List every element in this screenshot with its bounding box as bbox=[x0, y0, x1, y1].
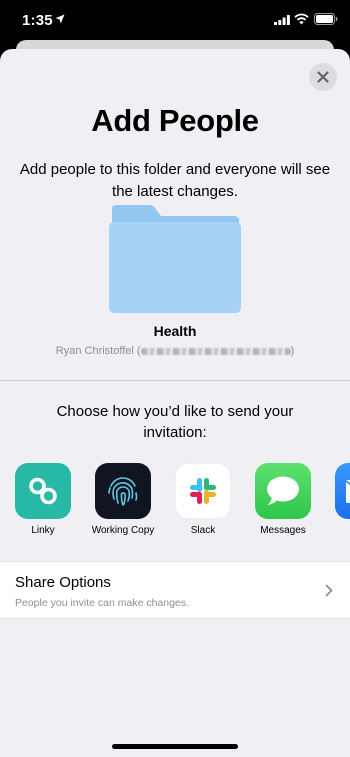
slack-icon bbox=[175, 463, 231, 519]
owner-name: Ryan Christoffel bbox=[55, 345, 134, 357]
share-options-row[interactable]: Share Options People you invite can make… bbox=[0, 561, 350, 619]
divider bbox=[0, 380, 350, 381]
app-slack[interactable]: Slack bbox=[163, 463, 243, 536]
close-icon bbox=[317, 71, 329, 83]
app-label: Linky bbox=[31, 525, 55, 536]
folder-name: Health bbox=[153, 323, 197, 339]
share-apps-row: Linky Working Copy Slack Messages bbox=[0, 463, 350, 543]
share-options-title: Share Options bbox=[15, 574, 111, 591]
status-bar: 1:35 bbox=[0, 0, 350, 40]
close-button[interactable] bbox=[309, 63, 337, 91]
app-label: Working Copy bbox=[91, 525, 155, 536]
redacted-email bbox=[140, 347, 291, 355]
owner-open-paren: ( bbox=[133, 345, 141, 357]
app-linky[interactable]: Linky bbox=[3, 463, 83, 536]
mail-icon bbox=[335, 463, 350, 519]
app-messages[interactable]: Messages bbox=[243, 463, 323, 536]
wifi-icon bbox=[294, 13, 309, 25]
chevron-right-icon bbox=[325, 584, 333, 597]
description-text: Add people to this folder and everyone w… bbox=[19, 161, 331, 200]
add-people-sheet: Add People Add people to this folder and… bbox=[0, 49, 350, 757]
signal-icon bbox=[274, 15, 290, 25]
app-working-copy[interactable]: Working Copy bbox=[83, 463, 163, 536]
home-indicator[interactable] bbox=[112, 744, 238, 749]
fingerprint-icon bbox=[95, 463, 151, 519]
linky-icon bbox=[15, 463, 71, 519]
app-label: Slack bbox=[190, 525, 216, 536]
owner-close-paren: ) bbox=[290, 345, 295, 357]
share-options-subtitle: People you invite can make changes. bbox=[15, 597, 189, 609]
message-bubble-icon bbox=[255, 463, 311, 519]
battery-icon bbox=[314, 13, 338, 25]
app-mail[interactable] bbox=[335, 463, 350, 519]
app-label: Messages bbox=[260, 525, 306, 536]
location-icon bbox=[55, 14, 65, 24]
page-title: Add People bbox=[91, 103, 259, 138]
owner-line: Ryan Christoffel () bbox=[0, 345, 350, 357]
choose-method-text: Choose how you’d like to send your invit… bbox=[56, 403, 294, 441]
status-time: 1:35 bbox=[22, 12, 53, 29]
folder-icon bbox=[109, 205, 241, 313]
